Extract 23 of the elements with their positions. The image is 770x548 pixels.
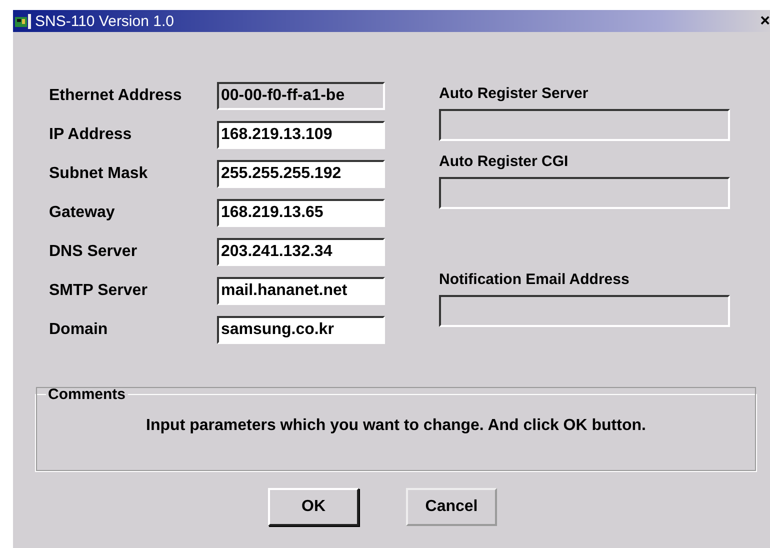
field-label: Notification Email Address <box>439 270 630 290</box>
network-card-icon <box>15 13 33 29</box>
dialog-button[interactable]: OK <box>268 488 359 526</box>
close-button[interactable]: × <box>759 11 770 31</box>
input-field[interactable]: 203.241.132.34 <box>217 238 385 266</box>
field-label: Ethernet Address <box>48 87 183 105</box>
window-title: SNS-110 Version 1.0 <box>35 12 174 30</box>
field-label: Domain <box>48 321 109 339</box>
input-field[interactable]: mail.hananet.net <box>217 277 385 305</box>
field-label: Subnet Mask <box>48 165 149 183</box>
group-title: Comments <box>47 386 127 403</box>
input-field[interactable]: 168.219.13.65 <box>217 199 385 227</box>
input-field[interactable]: 168.219.13.109 <box>217 121 385 149</box>
field-label: SMTP Server <box>48 282 148 300</box>
comment-text: Input parameters which you want to change. And click OK button. <box>145 417 647 435</box>
field-label: Gateway <box>48 204 116 222</box>
field-label: Auto Register CGI <box>439 152 570 172</box>
input-field[interactable]: samsung.co.kr <box>217 316 385 344</box>
field-label: DNS Server <box>48 243 138 261</box>
input-field[interactable]: 255.255.255.192 <box>217 160 385 188</box>
field-label: Auto Register Server <box>439 84 590 104</box>
dialog-button[interactable]: Cancel <box>406 488 497 526</box>
field-label: IP Address <box>48 126 133 144</box>
